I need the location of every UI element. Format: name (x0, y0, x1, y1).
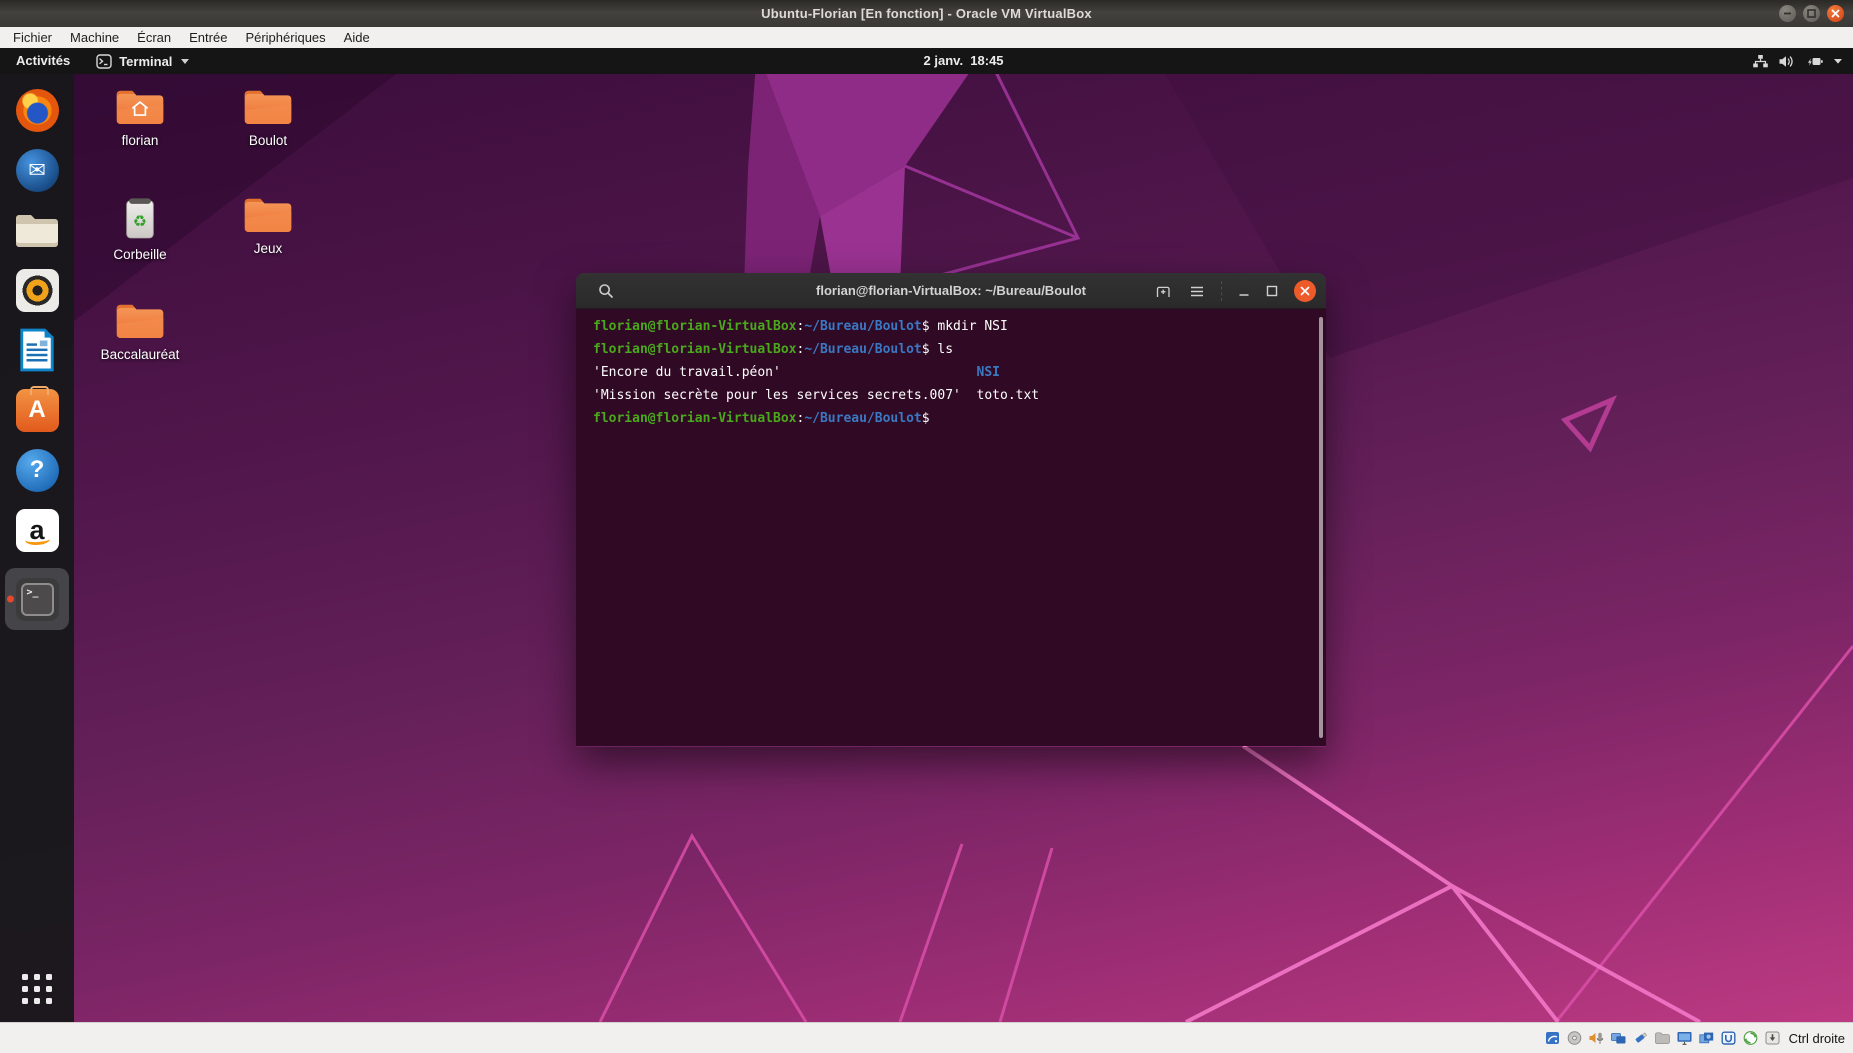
desktop-icon-boulot[interactable]: Boulot (206, 86, 330, 148)
terminal-line: 'Encore du travail.péon' NSI (593, 361, 1306, 384)
desktop-icon-label: Jeux (206, 241, 330, 256)
display-icon[interactable] (1676, 1030, 1694, 1047)
vbox-maximize-button[interactable] (1803, 5, 1820, 22)
dock-item-thunderbird[interactable]: ✉ (5, 148, 69, 192)
network-tree-icon (1752, 54, 1769, 69)
terminal-line: florian@florian-VirtualBox:~/Bureau/Boul… (593, 338, 1306, 361)
header-separator (1221, 281, 1222, 301)
activities-button[interactable]: Activités (0, 48, 86, 74)
new-tab-button[interactable] (1155, 284, 1173, 299)
vbox-window-title: Ubuntu-Florian [En fonction] - Oracle VM… (761, 6, 1092, 21)
menu-button[interactable] (1189, 285, 1205, 298)
shared-folders-icon[interactable] (1654, 1030, 1672, 1047)
desktop-icon-label: Boulot (206, 133, 330, 148)
audio-icon[interactable] (1588, 1030, 1606, 1047)
svg-text:♻: ♻ (133, 211, 147, 230)
dock: ✉ A? a >_ (0, 74, 74, 1022)
volume-icon (1778, 54, 1794, 69)
desktop-icon-corbeille[interactable]: ♻ Corbeille (78, 194, 202, 262)
usb-icon[interactable] (1632, 1030, 1650, 1047)
desktop-icon-jeux[interactable]: Jeux (206, 194, 330, 256)
vbox-close-button[interactable] (1827, 5, 1844, 22)
terminal-scrollbar[interactable] (1319, 317, 1323, 738)
menu-item[interactable]: Entrée (180, 27, 236, 48)
dock-item-rhythmbox[interactable] (5, 268, 69, 312)
terminal-titlebar[interactable]: florian@florian-VirtualBox: ~/Bureau/Bou… (576, 273, 1326, 309)
running-indicator (7, 596, 14, 603)
host-key-hint: Ctrl droite (1789, 1031, 1845, 1046)
terminal-line: florian@florian-VirtualBox:~/Bureau/Boul… (593, 407, 1306, 430)
menu-item[interactable]: Périphériques (236, 27, 334, 48)
vbox-minimize-button[interactable] (1779, 5, 1796, 22)
usb-controller-icon[interactable] (1720, 1030, 1738, 1047)
show-applications-button[interactable] (22, 974, 52, 1004)
app-menu-label: Terminal (119, 54, 172, 69)
terminal-line: florian@florian-VirtualBox:~/Bureau/Boul… (593, 315, 1306, 338)
system-indicators[interactable] (1752, 48, 1843, 74)
battery-icon (1803, 54, 1824, 69)
virtualbox-window: Ubuntu-Florian [En fonction] - Oracle VM… (0, 0, 1853, 1053)
dock-item-terminal[interactable]: >_ (5, 568, 69, 630)
terminal-window: florian@florian-VirtualBox: ~/Bureau/Bou… (576, 273, 1326, 747)
terminal-body[interactable]: florian@florian-VirtualBox:~/Bureau/Boul… (576, 309, 1326, 746)
clock[interactable]: 2 janv. 18:45 (924, 48, 1004, 74)
desktop-icon-baccalaureat[interactable]: Baccalauréat (78, 300, 202, 362)
dock-item-files[interactable] (5, 208, 69, 252)
menu-item[interactable]: Écran (128, 27, 180, 48)
ubuntu-topbar: Activités Terminal 2 janv. 18:45 (0, 48, 1853, 74)
minimize-button[interactable] (1238, 285, 1250, 297)
dock-item-libreoffice-writer[interactable] (5, 328, 69, 372)
chevron-down-icon (181, 59, 189, 64)
close-button[interactable] (1294, 280, 1316, 302)
desktop-icon-label: Corbeille (78, 247, 202, 262)
vm-screen: Activités Terminal 2 janv. 18:45 ✉A?a>_ … (0, 48, 1853, 1022)
maximize-button[interactable] (1266, 285, 1278, 297)
keyboard-capture-icon[interactable] (1764, 1030, 1782, 1047)
optical-disk-icon[interactable] (1566, 1030, 1584, 1047)
vbox-titlebar: Ubuntu-Florian [En fonction] - Oracle VM… (0, 0, 1853, 27)
dock-item-firefox[interactable] (5, 88, 69, 132)
dock-item-ubuntu-software[interactable]: A (5, 388, 69, 432)
terminal-line: 'Mission secrète pour les services secre… (593, 384, 1306, 407)
desktop-icon-florian[interactable]: florian (78, 86, 202, 148)
vbox-statusbar: Ctrl droite (0, 1022, 1853, 1053)
dock-item-help[interactable]: ? (5, 448, 69, 492)
dock-item-amazon[interactable]: a (5, 508, 69, 552)
vbox-window-controls (1779, 5, 1844, 22)
terminal-small-icon (96, 54, 112, 69)
recording-icon[interactable] (1698, 1030, 1716, 1047)
mouse-integration-icon[interactable] (1742, 1030, 1760, 1047)
desktop-icon-label: florian (78, 133, 202, 148)
menu-item[interactable]: Fichier (4, 27, 61, 48)
vbox-menubar: FichierMachineÉcranEntréePériphériquesAi… (0, 27, 1853, 48)
menu-item[interactable]: Machine (61, 27, 128, 48)
app-menu-terminal[interactable]: Terminal (86, 48, 199, 74)
hard-disk-icon[interactable] (1544, 1030, 1562, 1047)
caret-down-icon (1833, 57, 1843, 65)
desktop-icon-label: Baccalauréat (78, 347, 202, 362)
network-adapters-icon[interactable] (1610, 1030, 1628, 1047)
menu-item[interactable]: Aide (335, 27, 379, 48)
